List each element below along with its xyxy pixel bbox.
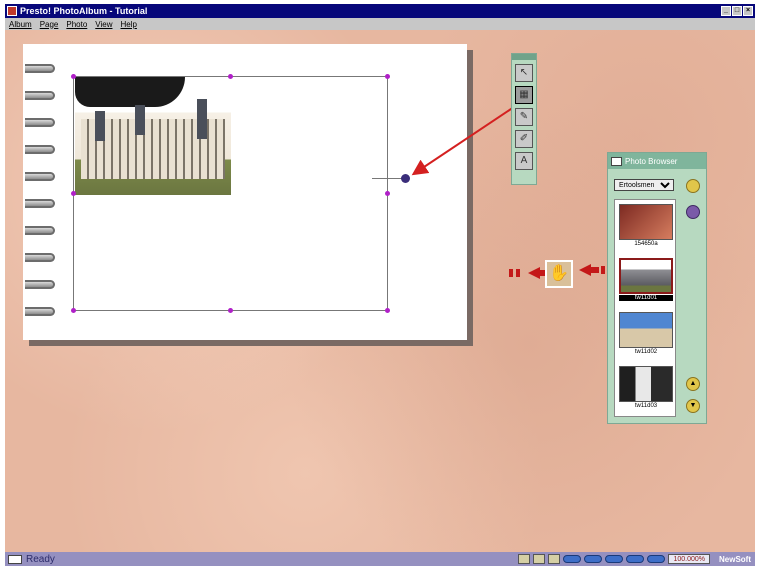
- status-page-button[interactable]: [518, 554, 531, 564]
- left-arrow-icon: [579, 264, 599, 276]
- maximize-button[interactable]: □: [732, 6, 742, 16]
- thumbnail-item[interactable]: tw11d02: [619, 312, 673, 355]
- thumbnail-label: tw11d02: [634, 349, 658, 355]
- thumbnail-image: [619, 312, 673, 348]
- menu-view[interactable]: View: [95, 20, 112, 29]
- workspace-desk: ↖ ▦ ✎ ✐ A ✋ Photo Browser Ertoolsmen 154…: [5, 30, 755, 552]
- photo-browser-title: Photo Browser: [625, 156, 678, 166]
- left-arrow-icon: [509, 269, 513, 277]
- browser-home-button[interactable]: [686, 179, 700, 193]
- menu-photo[interactable]: Photo: [66, 20, 87, 29]
- scroll-down-button[interactable]: ▼: [686, 399, 700, 413]
- page-zoom-button[interactable]: [647, 555, 666, 563]
- previous-page-button[interactable]: [584, 555, 603, 563]
- frame-tool-button[interactable]: ▦: [515, 86, 533, 104]
- pen-tool-button[interactable]: ✎: [515, 108, 533, 126]
- status-text: Ready: [26, 553, 55, 565]
- minimize-button[interactable]: _: [721, 6, 731, 16]
- thumbnail-item[interactable]: 154650a: [619, 204, 673, 247]
- photo-browser-header[interactable]: Photo Browser: [608, 153, 706, 169]
- status-icon: [8, 554, 22, 564]
- menu-album[interactable]: Album: [9, 20, 32, 29]
- left-arrow-icon: [601, 266, 605, 274]
- text-tool-button[interactable]: A: [515, 152, 533, 170]
- status-save-button[interactable]: [548, 554, 561, 564]
- drag-hand-icon: ✋: [545, 260, 573, 288]
- scroll-up-button[interactable]: ▲: [686, 377, 700, 391]
- brush-tool-button[interactable]: ✐: [515, 130, 533, 148]
- thumbnail-image: [619, 258, 673, 294]
- pointer-tool-button[interactable]: ↖: [515, 64, 533, 82]
- thumbnail-image: [619, 204, 673, 240]
- status-bar: Ready 100.000% NewSoft: [5, 552, 755, 566]
- status-folder-button[interactable]: [533, 554, 546, 564]
- next-page-button[interactable]: [605, 555, 624, 563]
- folder-select[interactable]: Ertoolsmen: [614, 179, 674, 191]
- brand-logo: NewSoft: [719, 554, 751, 564]
- thumbnail-label: tw11d01: [619, 295, 673, 301]
- close-button[interactable]: ×: [743, 6, 753, 16]
- status-controls: 100.000% NewSoft: [518, 554, 755, 564]
- thumbnail-list: 154650a tw11d01 tw11d02 tw11d03: [614, 199, 676, 417]
- menu-bar: Album Page Photo View Help: [5, 18, 755, 30]
- browser-scroll-knob[interactable]: [686, 205, 700, 219]
- thumbnail-label: tw11d03: [634, 403, 658, 409]
- thumbnail-item-selected[interactable]: tw11d01: [619, 258, 673, 301]
- menu-page[interactable]: Page: [40, 20, 59, 29]
- last-page-button[interactable]: [626, 555, 645, 563]
- photo-browser-icon: [611, 156, 622, 166]
- menu-help[interactable]: Help: [120, 20, 136, 29]
- thumbnail-image: [619, 366, 673, 402]
- left-arrow-icon: [516, 269, 520, 277]
- window-controls: _ □ ×: [721, 6, 753, 16]
- photo-browser-panel: Photo Browser Ertoolsmen 154650a tw11d01…: [607, 152, 707, 424]
- window-title: Presto! PhotoAlbum - Tutorial: [20, 6, 148, 16]
- title-bar: Presto! PhotoAlbum - Tutorial _ □ ×: [5, 4, 755, 18]
- app-icon: [7, 6, 17, 16]
- thumbnail-label: 154650a: [634, 241, 658, 247]
- tutorial-arrow-to-rotate: [411, 104, 518, 176]
- thumbnail-item[interactable]: tw11d03: [619, 366, 673, 409]
- tool-palette: ↖ ▦ ✎ ✐ A: [511, 53, 537, 185]
- zoom-level[interactable]: 100.000%: [668, 554, 710, 564]
- first-page-button[interactable]: [563, 555, 582, 563]
- tool-palette-titlebar[interactable]: [512, 54, 536, 60]
